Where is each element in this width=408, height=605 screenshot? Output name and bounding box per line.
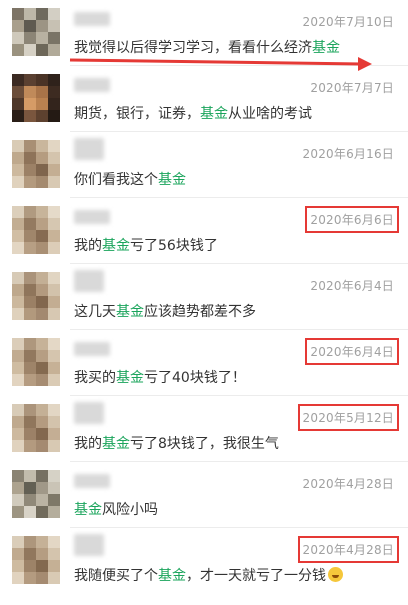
message-text: 我的基金亏了8块钱了，我很生气	[74, 436, 279, 452]
list-item[interactable]: 2020年6月16日 你们看我这个基金	[0, 132, 408, 198]
list-item[interactable]: 2020年6月4日 我买的基金亏了40块钱了！	[0, 330, 408, 396]
avatar[interactable]	[12, 338, 60, 386]
red-arrow-annotation	[69, 57, 372, 71]
keyword-highlight: 基金	[102, 238, 130, 254]
avatar[interactable]	[12, 206, 60, 254]
message-text: 我买的基金亏了40块钱了！	[74, 370, 246, 386]
list-item[interactable]: 2020年4月28日 基金风险小吗	[0, 462, 408, 528]
laughing-crying-emoji-icon	[328, 567, 343, 582]
message-text: 期货，银行，证券，基金从业啥的考试	[74, 106, 312, 122]
keyword-highlight: 基金	[158, 172, 186, 188]
blurred-username	[74, 138, 104, 160]
list-item[interactable]: 2020年6月4日 这几天基金应该趋势都差不多	[0, 264, 408, 330]
message-text: 你们看我这个基金	[74, 172, 186, 188]
avatar[interactable]	[12, 536, 60, 584]
message-date-highlighted: 2020年4月28日	[297, 536, 400, 563]
list-item[interactable]: 2020年5月12日 我的基金亏了8块钱了，我很生气	[0, 396, 408, 462]
blurred-username	[74, 402, 104, 424]
list-item[interactable]: 2020年6月6日 我的基金亏了56块钱了	[0, 198, 408, 264]
blurred-username	[74, 78, 110, 92]
keyword-highlight: 基金	[116, 370, 144, 386]
message-date: 2020年6月4日	[310, 279, 394, 293]
blurred-username	[74, 474, 110, 488]
message-date: 2020年6月16日	[302, 147, 394, 161]
message-text: 这几天基金应该趋势都差不多	[74, 304, 256, 320]
keyword-highlight: 基金	[74, 502, 102, 518]
message-date: 2020年4月28日	[302, 477, 394, 491]
keyword-highlight: 基金	[102, 436, 130, 452]
message-date-highlighted: 2020年6月4日	[305, 338, 399, 365]
message-date-highlighted: 2020年5月12日	[297, 404, 400, 431]
message-date: 2020年7月7日	[310, 81, 394, 95]
message-date-highlighted: 2020年6月6日	[305, 206, 399, 233]
blurred-username	[74, 210, 110, 224]
avatar[interactable]	[12, 74, 60, 122]
list-item[interactable]: 2020年4月28日 我随便买了个基金，才一天就亏了一分钱	[0, 528, 408, 605]
keyword-highlight: 基金	[200, 106, 228, 122]
avatar[interactable]	[12, 272, 60, 320]
keyword-highlight: 基金	[116, 304, 144, 320]
avatar[interactable]	[12, 140, 60, 188]
blurred-username	[74, 534, 104, 556]
keyword-highlight: 基金	[158, 568, 186, 584]
message-text: 我随便买了个基金，才一天就亏了一分钱	[74, 565, 343, 585]
avatar[interactable]	[12, 404, 60, 452]
blurred-username	[74, 342, 110, 356]
avatar[interactable]	[12, 470, 60, 518]
blurred-username	[74, 270, 104, 292]
message-text: 基金风险小吗	[74, 502, 158, 518]
message-text: 我的基金亏了56块钱了	[74, 238, 218, 254]
